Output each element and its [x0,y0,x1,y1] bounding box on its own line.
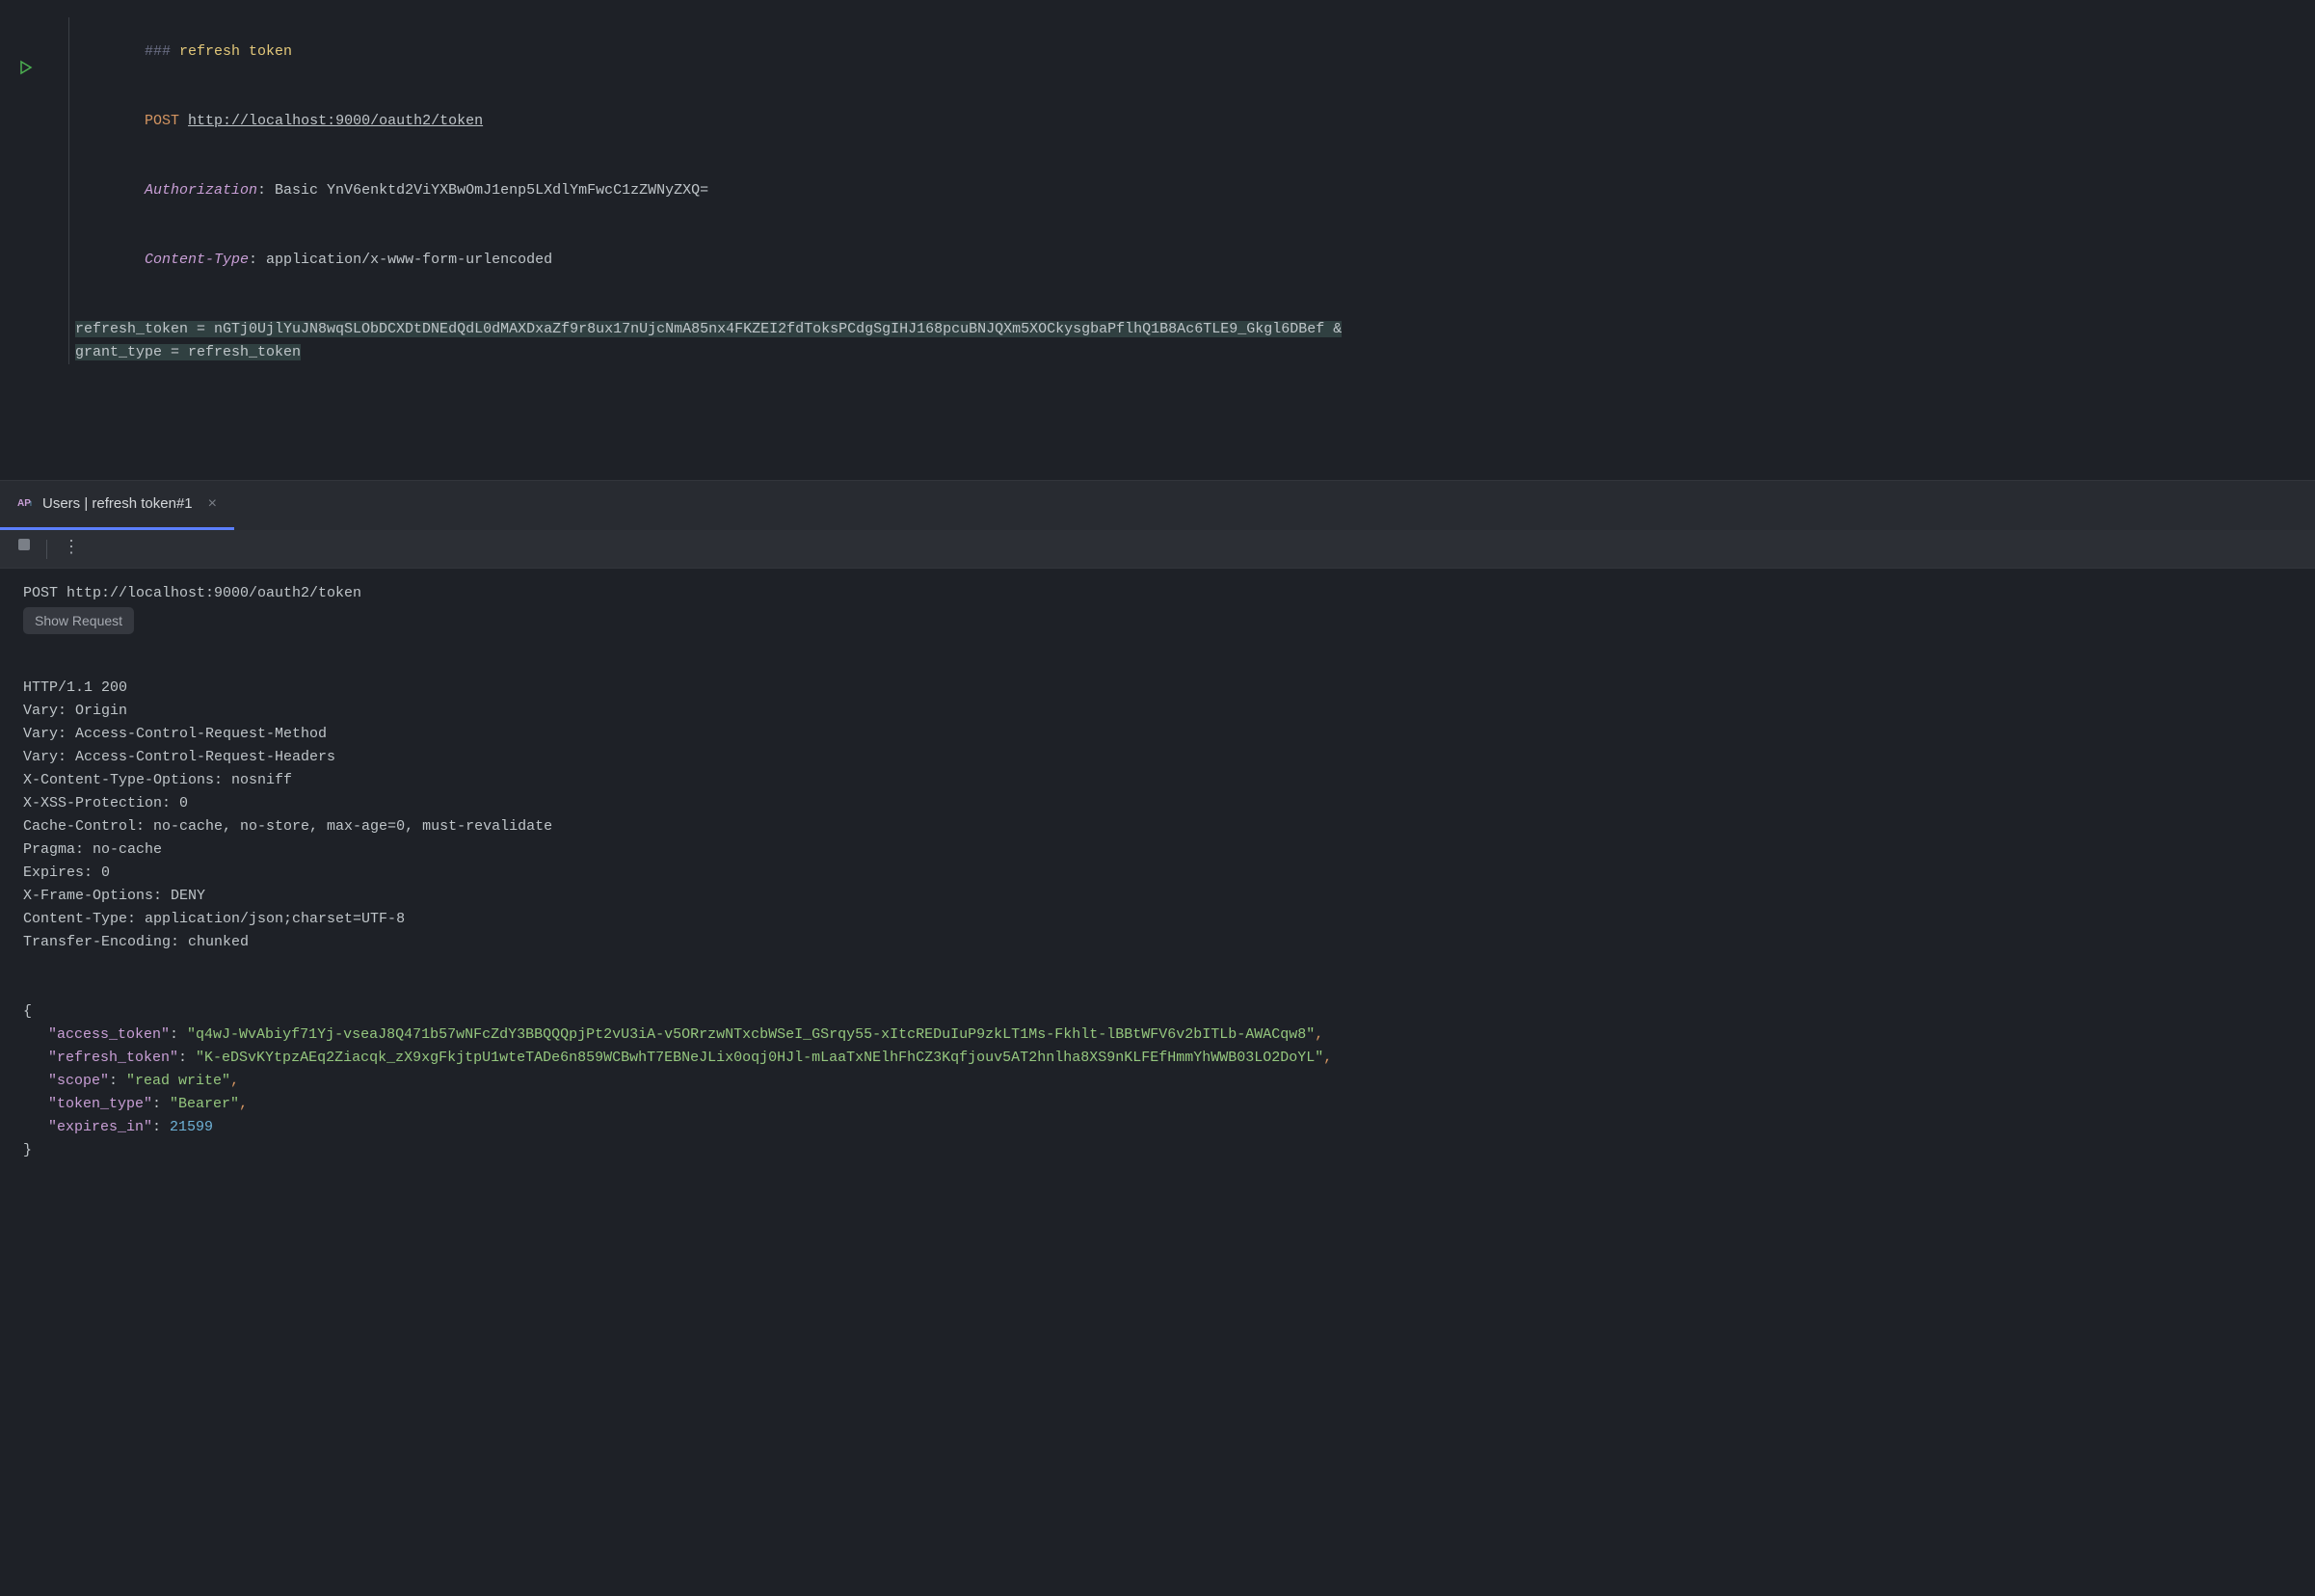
gutter [0,17,69,364]
svg-text:I: I [30,501,32,508]
output-pane[interactable]: POST http://localhost:9000/oauth2/token … [0,569,2315,1596]
stop-icon[interactable] [17,538,31,559]
divider [46,540,47,559]
more-icon[interactable]: ⋮ [63,535,80,563]
header-authorization-value: : Basic YnV6enktd2ViYXBwOmJ1enp5LXdlYmFw… [257,182,708,199]
response-header: Vary: Access-Control-Request-Method [23,723,2292,746]
json-field: "token_type": "Bearer", [23,1093,2292,1116]
response-header: Pragma: no-cache [23,838,2292,862]
http-url: http://localhost:9000/oauth2/token [188,113,483,129]
request-title: refresh token [179,43,292,60]
show-request-button[interactable]: Show Request [23,607,134,634]
editor-pane: ### refresh token POST http://localhost:… [0,0,2315,480]
response-header: Content-Type: application/json;charset=U… [23,908,2292,931]
json-field: "refresh_token": "K-eDSvKYtpzAEq2Ziacqk_… [23,1047,2292,1070]
header-authorization-name: Authorization [145,182,257,199]
body-grant-type: grant_type = refresh_token [75,344,301,360]
http-method: POST [145,113,179,129]
response-status: HTTP/1.1 200 [23,677,2292,700]
tab-response[interactable]: AP I Users | refresh token#1 × [0,481,234,530]
header-content-type-name: Content-Type [145,252,249,268]
header-content-type-value: : application/x-www-form-urlencoded [249,252,552,268]
code-editor[interactable]: ### refresh token POST http://localhost:… [69,17,2315,364]
tab-bar: AP I Users | refresh token#1 × [0,480,2315,530]
response-header: X-XSS-Protection: 0 [23,792,2292,815]
json-field: "access_token": "q4wJ-WvAbiyf71Yj-vseaJ8… [23,1024,2292,1047]
response-header: X-Content-Type-Options: nosniff [23,769,2292,792]
json-brace-close: } [23,1139,2292,1162]
json-field: "scope": "read write", [23,1070,2292,1093]
response-header: Transfer-Encoding: chunked [23,931,2292,954]
response-header: Expires: 0 [23,862,2292,885]
api-icon: AP I [17,493,33,515]
close-icon[interactable]: × [208,492,217,517]
comment-prefix: ### [145,43,179,60]
response-header: Vary: Access-Control-Request-Headers [23,746,2292,769]
output-toolbar: ⋮ [0,530,2315,569]
run-icon[interactable] [18,58,34,86]
tab-label: Users | refresh token#1 [42,492,193,516]
json-field: "expires_in": 21599 [23,1116,2292,1139]
json-brace-open: { [23,1000,2292,1024]
response-header: X-Frame-Options: DENY [23,885,2292,908]
response-header: Vary: Origin [23,700,2292,723]
request-summary: POST http://localhost:9000/oauth2/token [23,582,2292,605]
response-header: Cache-Control: no-cache, no-store, max-a… [23,815,2292,838]
body-refresh-token: refresh_token = nGTj0UjlYuJN8wqSLObDCXDt… [75,321,1342,337]
